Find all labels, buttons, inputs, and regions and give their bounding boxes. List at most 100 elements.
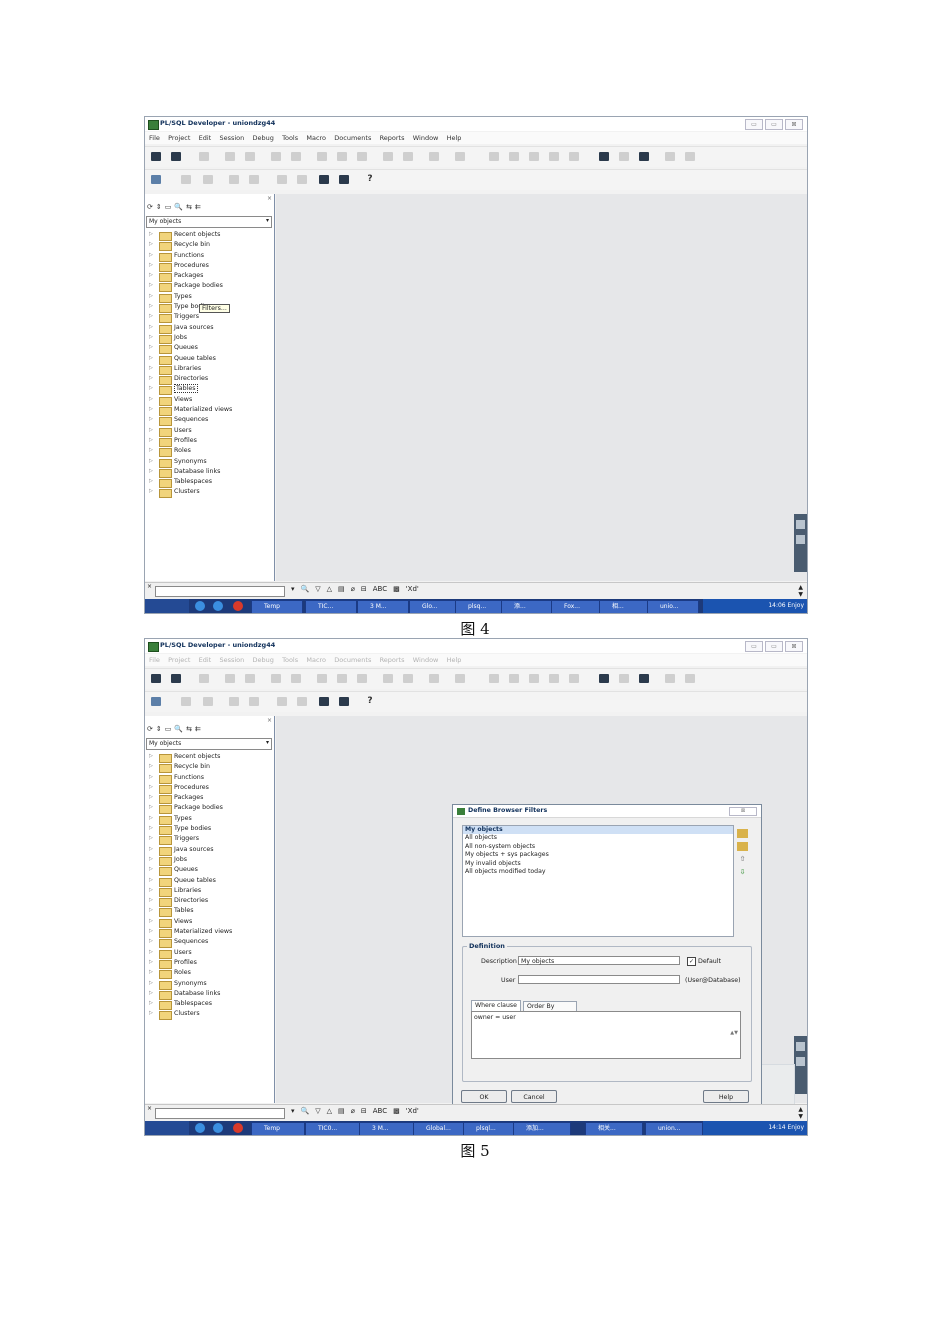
filter-icon[interactable]: ⇆ — [186, 725, 192, 733]
expand-arrow-icon[interactable]: ▷ — [149, 241, 153, 247]
copy-icon[interactable] — [337, 152, 347, 161]
tree-item[interactable]: ▷ Procedures — [147, 261, 272, 272]
select-icon[interactable]: ⊟ — [361, 585, 367, 593]
expand-arrow-icon[interactable]: ▷ — [149, 344, 153, 350]
menu-project[interactable]: Project — [168, 132, 190, 144]
print-preview-icon[interactable] — [245, 152, 255, 161]
expand-icon[interactable]: ⇕ — [156, 203, 162, 211]
tree-item[interactable]: ▷ Java sources — [147, 845, 272, 856]
collapse-icon[interactable]: ▭ — [165, 725, 172, 733]
quicklaunch-icon[interactable] — [233, 1123, 243, 1133]
menu-reports[interactable]: Reports — [380, 654, 405, 666]
dialog-close-button[interactable]: ⊠ — [729, 807, 757, 816]
tree-item[interactable]: ▷ Package bodies — [147, 803, 272, 815]
expand-arrow-icon[interactable]: ▷ — [149, 949, 153, 955]
tree-item[interactable]: ▷ Sequences — [147, 937, 272, 949]
tree-item[interactable]: ▷ Tablespaces — [147, 999, 272, 1011]
maximize-button[interactable]: ▭ — [765, 641, 783, 652]
window-list-icon[interactable] — [599, 152, 609, 161]
filter-select[interactable]: My objects ▾ — [146, 216, 272, 228]
menu-help[interactable]: Help — [447, 654, 462, 666]
menu-edit[interactable]: Edit — [199, 654, 212, 666]
expand-arrow-icon[interactable]: ▷ — [149, 784, 153, 790]
expand-arrow-icon[interactable]: ▷ — [149, 753, 153, 759]
case-icon[interactable]: ABC — [373, 585, 387, 593]
window-list-icon[interactable] — [599, 674, 609, 683]
describe-icon[interactable] — [297, 175, 307, 184]
taskbar-button[interactable]: 相... — [599, 600, 651, 613]
tree-item[interactable]: ▷ Queue tables — [147, 876, 272, 887]
commit-icon[interactable] — [229, 175, 239, 184]
expand-arrow-icon[interactable]: ▷ — [149, 252, 153, 258]
find-dropdown-icon[interactable]: ▾ — [291, 585, 295, 593]
filter-select[interactable]: My objects ▾ — [146, 738, 272, 750]
tree-item[interactable]: ▷ Recycle bin — [147, 240, 272, 252]
tree-item[interactable]: ▷ Types — [147, 292, 272, 303]
tree-item[interactable]: ▷ Synonyms — [147, 979, 272, 990]
cut-icon[interactable] — [317, 152, 327, 161]
format-icon[interactable] — [569, 152, 579, 161]
log-icon[interactable] — [319, 697, 329, 706]
taskbar-button[interactable]: Fox... — [551, 600, 603, 613]
filter-item[interactable]: All non-system objects — [463, 843, 733, 851]
expand-arrow-icon[interactable]: ▷ — [149, 355, 153, 361]
open-icon[interactable] — [171, 674, 181, 683]
tree-item[interactable]: ▷ Profiles — [147, 436, 272, 447]
tile-icon[interactable] — [619, 674, 629, 683]
scroll-arrows-icon[interactable]: ▲ ▼ — [798, 1106, 803, 1120]
minimize-button[interactable]: ▭ — [745, 119, 763, 130]
menu-tools[interactable]: Tools — [282, 132, 298, 144]
tree-item[interactable]: ▷ Database links — [147, 989, 272, 1000]
filter-item-selected[interactable]: My objects — [463, 826, 733, 835]
paste-icon[interactable] — [357, 674, 367, 683]
regex-icon[interactable]: 'Xd' — [406, 1107, 419, 1115]
expand-arrow-icon[interactable]: ▷ — [149, 804, 153, 810]
tree-item[interactable]: ▷ Directories — [147, 374, 272, 386]
folder-icon[interactable]: ⇇ — [195, 203, 201, 211]
tree-item[interactable]: ▷ Libraries — [147, 886, 272, 897]
tree-item[interactable]: ▷ Materialized views — [147, 927, 272, 939]
tree-item[interactable]: ▷ Recent objects — [147, 752, 272, 763]
tree-item[interactable]: ▷ Packages — [147, 271, 272, 283]
tree-item[interactable]: ▷ Types — [147, 814, 272, 825]
taskbar-button[interactable]: union... — [645, 1122, 703, 1135]
expand-arrow-icon[interactable]: ▷ — [149, 293, 153, 299]
print-icon[interactable] — [225, 152, 235, 161]
delete-filter-icon[interactable] — [737, 842, 748, 851]
menu-window[interactable]: Window — [413, 132, 439, 144]
scroll-arrows-icon[interactable]: ▲ ▼ — [798, 584, 803, 598]
tree-item[interactable]: ▷ Packages — [147, 793, 272, 805]
expand-arrow-icon[interactable]: ▷ — [149, 313, 153, 319]
expand-arrow-icon[interactable]: ▷ — [149, 272, 153, 278]
save-icon[interactable] — [199, 674, 209, 683]
tree-item[interactable]: ▷ Java sources — [147, 323, 272, 334]
menu-tools[interactable]: Tools — [282, 654, 298, 666]
ok-button[interactable]: OK — [461, 1090, 507, 1103]
menu-documents[interactable]: Documents — [334, 132, 371, 144]
expand-arrow-icon[interactable]: ▷ — [149, 406, 153, 412]
taskbar-button[interactable]: Temp — [251, 600, 303, 613]
commit-icon[interactable] — [229, 697, 239, 706]
menu-debug[interactable]: Debug — [252, 654, 273, 666]
pane-close-icon[interactable]: × — [267, 717, 272, 724]
new-icon[interactable] — [151, 152, 161, 161]
filter-item[interactable]: My objects + sys packages — [463, 851, 733, 859]
tree-item[interactable]: ▷ Clusters — [147, 487, 272, 499]
expand-arrow-icon[interactable]: ▷ — [149, 835, 153, 841]
cut-icon[interactable] — [317, 674, 327, 683]
tree-item[interactable]: ▷ Synonyms — [147, 457, 272, 468]
filter-item[interactable]: My invalid objects — [463, 860, 733, 868]
menu-window[interactable]: Window — [413, 654, 439, 666]
help-button[interactable]: Help — [703, 1090, 749, 1103]
tree-item[interactable]: ▷ Views — [147, 395, 272, 406]
expand-arrow-icon[interactable]: ▷ — [149, 478, 153, 484]
folder-icon[interactable]: ⇇ — [195, 725, 201, 733]
tree-item[interactable]: ▷ Sequences — [147, 415, 272, 427]
redo-icon[interactable] — [291, 674, 301, 683]
tree-item[interactable]: ▷ Directories — [147, 896, 272, 908]
unindent-icon[interactable] — [455, 152, 465, 161]
side-dock-tab[interactable] — [796, 535, 805, 544]
expand-arrow-icon[interactable]: ▷ — [149, 282, 153, 288]
tree-item[interactable]: ▷ Materialized views — [147, 405, 272, 417]
expand-arrow-icon[interactable]: ▷ — [149, 427, 153, 433]
